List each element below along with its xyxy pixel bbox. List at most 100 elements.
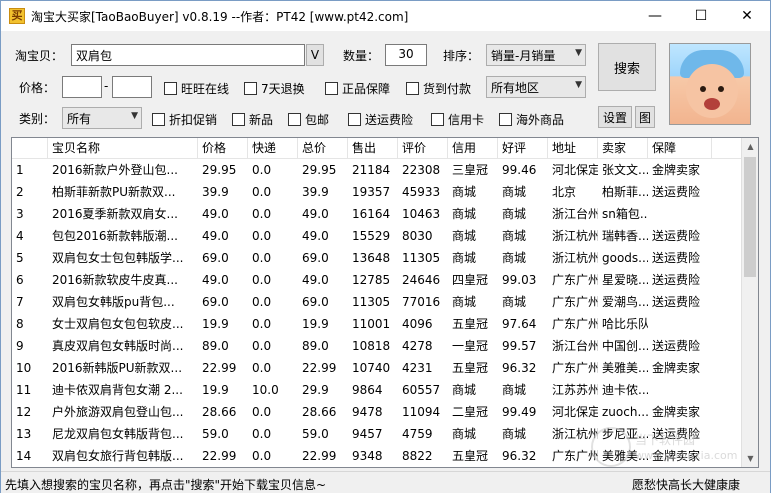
checkbox-wangwang-online[interactable]: 旺旺在线 — [164, 80, 229, 97]
checkbox-box[interactable] — [244, 82, 257, 95]
avatar-mouth — [704, 98, 720, 110]
minimize-button[interactable]: — — [632, 1, 678, 31]
column-header-seller[interactable]: 卖家 — [598, 138, 648, 159]
cell-row-index: 3 — [16, 207, 24, 221]
table-row[interactable]: 8 女士双肩包女包包软皮... 19.9 0.0 19.9 11001 4096 五皇冠 97.… — [12, 313, 742, 335]
cell-shipping: 0.0 — [252, 185, 272, 199]
cell-item-name: 2016夏季新款双肩女... — [52, 207, 178, 221]
column-header-reviews[interactable]: 评价 — [398, 138, 448, 159]
cell-reviews: 4096 — [402, 317, 433, 331]
checkbox-free-shipping[interactable]: 包邮 — [288, 111, 329, 128]
cell-location: 北京 — [552, 185, 577, 199]
cell-shipping: 0.0 — [252, 273, 272, 287]
keyword-history-button[interactable]: V — [306, 44, 324, 66]
status-message: 先填入想搜索的宝贝名称，再点击"搜索"开始下载宝贝信息~ — [5, 478, 327, 492]
checkbox-new-item[interactable]: 新品 — [232, 111, 273, 128]
table-row[interactable]: 5 双肩包女士包包韩版学... 69.0 0.0 69.0 13648 11305 商城 商城 浙… — [12, 247, 742, 269]
table-row[interactable]: 9 真皮双肩包女韩版时尚... 89.0 0.0 89.0 10818 4278 一皇冠 99.… — [12, 335, 742, 357]
column-header-location[interactable]: 地址 — [548, 138, 598, 159]
cell-guarantee: 金牌卖家 — [652, 361, 701, 375]
checkbox-box[interactable] — [164, 82, 177, 95]
column-header-price[interactable]: 价格 — [198, 138, 248, 159]
checkbox-freight-insurance[interactable]: 送运费险 — [348, 111, 413, 128]
column-header-total-price[interactable]: 总价 — [298, 138, 348, 159]
cell-row-index: 14 — [16, 449, 32, 463]
checkbox-overseas[interactable]: 海外商品 — [499, 111, 564, 128]
checkbox-box[interactable] — [288, 113, 301, 126]
cell-credit: 二皇冠 — [452, 405, 489, 419]
table-row[interactable]: 1 2016新款户外登山包... 29.95 0.0 29.95 21184 22308 三皇… — [12, 159, 742, 181]
table-row[interactable]: 10 2016新韩版PU新款双... 22.99 0.0 22.99 10740 4231 五… — [12, 357, 742, 379]
column-header-item-name[interactable]: 宝贝名称 — [48, 138, 198, 159]
vertical-scrollbar[interactable]: ▲ ▼ — [741, 138, 758, 467]
image-button[interactable]: 图 — [635, 106, 655, 128]
column-header-positive-rate[interactable]: 好评 — [498, 138, 548, 159]
checkbox-box[interactable] — [325, 82, 338, 95]
column-header-credit[interactable]: 信用 — [448, 138, 498, 159]
maximize-button[interactable]: ☐ — [678, 1, 724, 31]
column-header-sold[interactable]: 售出 — [348, 138, 398, 159]
checkbox-box[interactable] — [431, 113, 444, 126]
scroll-up-icon[interactable]: ▲ — [742, 138, 758, 155]
region-select[interactable]: 所有地区 ▼ — [486, 76, 586, 98]
cell-guarantee: 送运费险 — [652, 339, 701, 353]
search-button[interactable]: 搜索 — [598, 43, 656, 91]
checkbox-genuine-guarantee[interactable]: 正品保障 — [325, 80, 390, 97]
cell-seller: goods... — [602, 251, 648, 265]
checkbox-box[interactable] — [152, 113, 165, 126]
table-row[interactable]: 3 2016夏季新款双肩女... 49.0 0.0 49.0 16164 10463 商城 商城… — [12, 203, 742, 225]
checkbox-discount[interactable]: 折扣促销 — [152, 111, 217, 128]
table-row[interactable]: 11 迪卡侬双肩背包女潮 2... 19.9 10.0 29.9 9864 60557 商城 商… — [12, 379, 742, 401]
cell-sold: 9457 — [352, 427, 383, 441]
cell-shipping: 0.0 — [252, 229, 272, 243]
cell-price: 49.0 — [202, 207, 229, 221]
checkbox-label: 折扣促销 — [169, 113, 218, 127]
cell-guarantee — [648, 313, 712, 335]
settings-button[interactable]: 设置 — [598, 106, 632, 128]
price-dash: - — [104, 79, 109, 93]
cell-seller: sn箱包... — [602, 207, 648, 221]
price-max-input[interactable] — [112, 76, 152, 98]
checkbox-box[interactable] — [406, 82, 419, 95]
checkbox-box[interactable] — [348, 113, 361, 126]
cell-credit: 四皇冠 — [452, 273, 489, 287]
checkbox-label: 新品 — [249, 113, 274, 127]
cell-guarantee — [648, 203, 712, 225]
table-row[interactable]: 2 柏斯菲新款PU新款双... 39.9 0.0 39.9 19357 45933 商城 商城 北… — [12, 181, 742, 203]
table-row[interactable]: 4 包包2016新款韩版潮... 49.0 0.0 49.0 15529 8030 商城 商城 浙… — [12, 225, 742, 247]
checkbox-credit-card[interactable]: 信用卡 — [431, 111, 484, 128]
table-row[interactable]: 7 双肩包女韩版pu背包... 69.0 0.0 69.0 11305 77016 商城 商城 广… — [12, 291, 742, 313]
table-row[interactable]: 12 户外旅游双肩包登山包... 28.66 0.0 28.66 9478 11094 二皇冠… — [12, 401, 742, 423]
scrollbar-thumb[interactable] — [744, 157, 756, 277]
sort-select[interactable]: 销量-月销量 ▼ — [486, 44, 586, 66]
app-window: 买 淘宝大买家[TaoBaoBuyer] v0.8.19 --作者：PT42 [… — [0, 0, 771, 493]
checkbox-box[interactable] — [499, 113, 512, 126]
cell-positive-rate: 99.46 — [502, 163, 537, 177]
scroll-down-icon[interactable]: ▼ — [742, 450, 758, 467]
cell-item-name: 2016新韩版PU新款双... — [52, 361, 183, 375]
checkbox-label: 海外商品 — [516, 113, 565, 127]
category-select[interactable]: 所有 ▼ — [62, 107, 142, 129]
cell-price: 49.0 — [202, 273, 229, 287]
checkbox-box[interactable] — [232, 113, 245, 126]
cell-reviews: 11305 — [402, 251, 441, 265]
price-min-input[interactable] — [62, 76, 102, 98]
column-header-shipping[interactable]: 快递 — [248, 138, 298, 159]
table-row[interactable]: 6 2016新款软皮牛皮真... 49.0 0.0 49.0 12785 24646 四皇冠 9… — [12, 269, 742, 291]
cell-seller: 张文文... — [602, 163, 648, 177]
checkbox-7day-return[interactable]: 7天退换 — [244, 80, 305, 97]
keyword-input[interactable]: 双肩包 — [71, 44, 305, 66]
title-bar: 买 淘宝大买家[TaoBaoBuyer] v0.8.19 --作者：PT42 [… — [1, 1, 770, 31]
quantity-input[interactable]: 30 — [385, 44, 427, 66]
cell-sold: 11001 — [352, 317, 391, 331]
watermark-logo: 当下软件园 www.downxia.com — [591, 427, 741, 471]
close-button[interactable]: ✕ — [724, 1, 770, 31]
checkbox-cash-on-delivery[interactable]: 货到付款 — [406, 80, 471, 97]
cell-total-price: 22.99 — [302, 449, 337, 463]
results-table[interactable]: 宝贝名称 价格 快递 总价 售出 评价 信用 好评 地址 卖家 保障 1 2016新款户外登山包...… — [11, 137, 759, 468]
window-title: 淘宝大买家[TaoBaoBuyer] v0.8.19 --作者：PT42 [ww… — [31, 9, 409, 24]
column-header-guarantee[interactable]: 保障 — [648, 138, 712, 159]
column-header-row-index[interactable] — [12, 138, 48, 159]
cell-reviews: 10463 — [402, 207, 441, 221]
cell-shipping: 0.0 — [252, 405, 272, 419]
